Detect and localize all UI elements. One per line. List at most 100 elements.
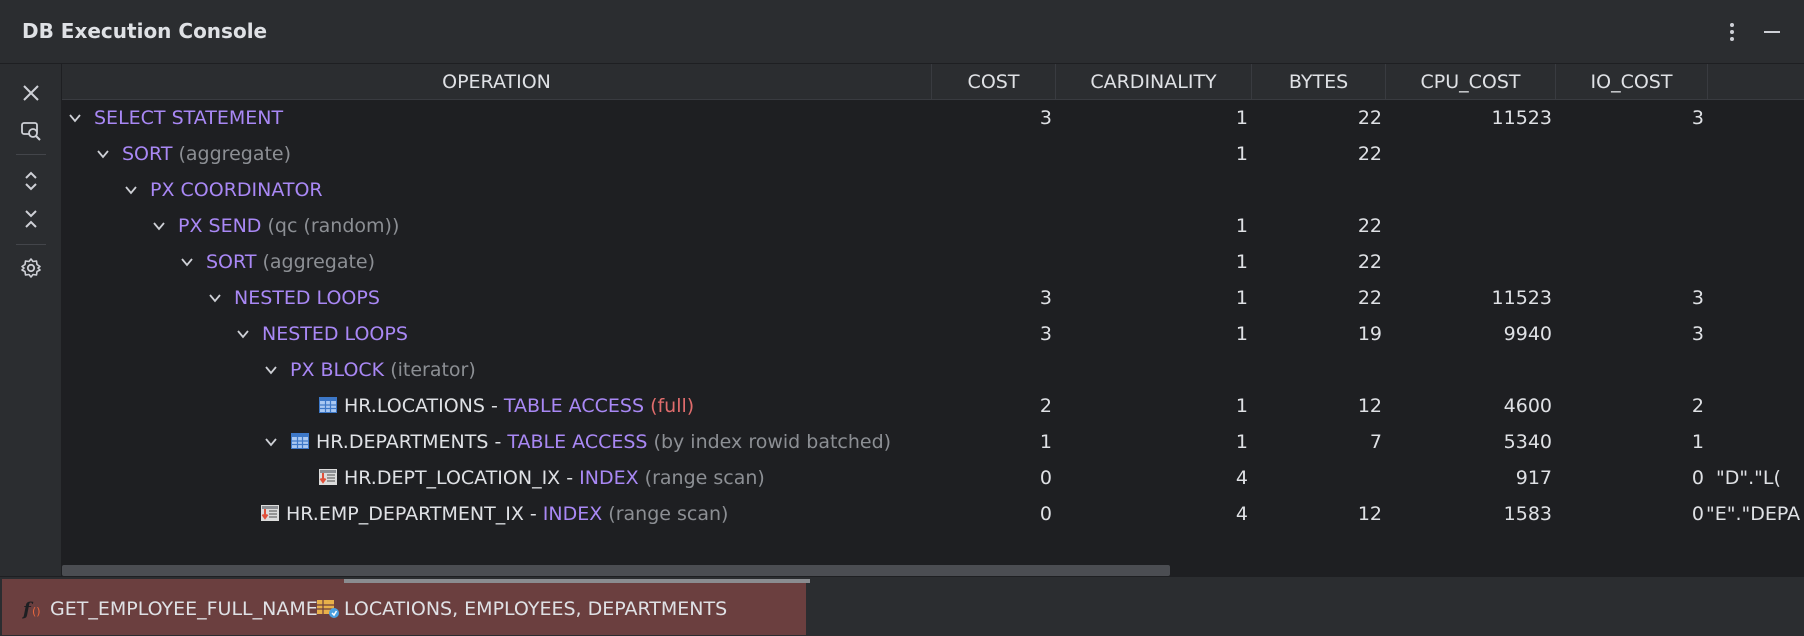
bytes-cell bbox=[1262, 352, 1382, 388]
operation-keyword: TABLE ACCESS bbox=[507, 431, 648, 453]
toolbar-divider bbox=[16, 244, 46, 245]
object-name: HR.LOCATIONS bbox=[344, 395, 485, 417]
table-row[interactable]: NESTED LOOPS 3 1 22 11523 3 bbox=[62, 280, 1804, 316]
operation-keyword: SORT bbox=[122, 143, 173, 165]
cardinality-cell bbox=[1128, 172, 1248, 208]
operation-cell: HR.EMP_DEPARTMENT_IX - INDEX (range scan… bbox=[260, 496, 728, 532]
bytes-cell: 12 bbox=[1357, 395, 1382, 417]
table-row[interactable]: PX SEND (qc (random)) 1 22 bbox=[62, 208, 1804, 244]
table-row[interactable]: HR.DEPARTMENTS - TABLE ACCESS (by index … bbox=[62, 424, 1804, 460]
bytes-cell: 7 bbox=[1369, 431, 1382, 453]
chevron-down-icon[interactable] bbox=[180, 255, 194, 269]
table-row[interactable]: SORT (aggregate) 1 22 bbox=[62, 244, 1804, 280]
collapse-all-icon[interactable] bbox=[14, 202, 48, 236]
execution-plan-grid: OPERATION COST CARDINALITY BYTES CPU_COS… bbox=[62, 64, 1804, 576]
io-cost-cell bbox=[1584, 172, 1704, 208]
cpu-cost-cell: 1583 bbox=[1503, 503, 1552, 525]
expand-all-icon[interactable] bbox=[14, 164, 48, 198]
bytes-cell: 22 bbox=[1357, 143, 1382, 165]
operation-detail: (by index rowid batched) bbox=[653, 431, 892, 453]
bytes-cell bbox=[1262, 460, 1382, 496]
chevron-down-icon[interactable] bbox=[124, 183, 138, 197]
column-header-cpu-cost[interactable]: CPU_COST bbox=[1386, 64, 1556, 100]
io-cost-cell: 1 bbox=[1691, 431, 1704, 453]
column-header-cost[interactable]: COST bbox=[932, 64, 1056, 100]
cost-cell: 0 bbox=[1039, 467, 1052, 489]
predicate-cell: "D"."L( bbox=[1716, 467, 1781, 489]
cost-cell bbox=[932, 208, 1052, 244]
bytes-cell: 22 bbox=[1357, 287, 1382, 309]
table-row[interactable]: SELECT STATEMENT 3 1 22 11523 3 bbox=[62, 100, 1804, 136]
bytes-cell: 22 bbox=[1357, 251, 1382, 273]
cpu-cost-cell bbox=[1432, 208, 1552, 244]
chevron-down-icon[interactable] bbox=[236, 327, 250, 341]
operation-keyword: TABLE ACCESS bbox=[503, 395, 645, 417]
object-separator: - bbox=[484, 395, 504, 417]
table-icon bbox=[318, 391, 338, 413]
table-row[interactable]: HR.DEPT_LOCATION_IX - INDEX (range scan)… bbox=[62, 460, 1804, 496]
operation-detail: (aggregate) bbox=[178, 143, 292, 165]
chevron-down-icon[interactable] bbox=[152, 219, 166, 233]
chevron-down-icon[interactable] bbox=[68, 111, 82, 125]
cost-cell: 0 bbox=[1039, 503, 1052, 525]
cost-cell: 1 bbox=[1039, 431, 1052, 453]
cpu-cost-cell bbox=[1432, 352, 1552, 388]
table-row[interactable]: HR.EMP_DEPARTMENT_IX - INDEX (range scan… bbox=[62, 496, 1804, 532]
io-cost-cell bbox=[1584, 352, 1704, 388]
column-header-io-cost[interactable]: IO_COST bbox=[1556, 64, 1708, 100]
toolbar-divider bbox=[16, 154, 46, 155]
operation-detail: (range scan) bbox=[608, 503, 729, 525]
operation-cell: PX SEND (qc (random)) bbox=[152, 208, 399, 244]
cpu-cost-cell: 5340 bbox=[1503, 431, 1552, 453]
operation-detail: (iterator) bbox=[390, 359, 476, 381]
column-header-bytes[interactable]: BYTES bbox=[1252, 64, 1386, 100]
operation-cell: NESTED LOOPS bbox=[236, 316, 408, 352]
io-cost-cell bbox=[1584, 208, 1704, 244]
side-toolbar bbox=[0, 64, 62, 576]
gear-icon[interactable] bbox=[14, 251, 48, 285]
cost-cell: 2 bbox=[1039, 395, 1052, 417]
column-header-cardinality[interactable]: CARDINALITY bbox=[1056, 64, 1252, 100]
cpu-cost-cell: 917 bbox=[1515, 467, 1552, 489]
table-row[interactable]: SORT (aggregate) 1 22 bbox=[62, 136, 1804, 172]
close-icon[interactable] bbox=[14, 76, 48, 110]
chevron-down-icon[interactable] bbox=[264, 435, 278, 449]
table-row[interactable]: PX COORDINATOR bbox=[62, 172, 1804, 208]
cost-cell: 3 bbox=[1039, 107, 1052, 129]
operation-keyword: SELECT STATEMENT bbox=[94, 107, 284, 129]
chevron-down-icon[interactable] bbox=[208, 291, 222, 305]
chevron-down-icon[interactable] bbox=[96, 147, 110, 161]
table-row[interactable]: NESTED LOOPS 3 1 19 9940 3 bbox=[62, 316, 1804, 352]
cpu-cost-cell: 4600 bbox=[1503, 395, 1552, 417]
tab-locations-employees-departments[interactable]: LOCATIONS, EMPLOYEES, DEPARTMENTS bbox=[316, 583, 727, 635]
io-cost-cell: 3 bbox=[1691, 107, 1704, 129]
operation-detail: (range scan) bbox=[644, 467, 765, 489]
bytes-cell: 12 bbox=[1357, 503, 1382, 525]
window-title: DB Execution Console bbox=[22, 19, 268, 43]
chevron-down-icon[interactable] bbox=[264, 363, 278, 377]
io-cost-cell: 3 bbox=[1691, 323, 1704, 345]
cardinality-cell: 1 bbox=[1235, 323, 1248, 345]
operation-cell: HR.LOCATIONS - TABLE ACCESS (full) bbox=[318, 388, 694, 424]
cardinality-cell: 1 bbox=[1235, 251, 1248, 273]
operation-keyword: INDEX bbox=[542, 503, 603, 525]
cost-cell bbox=[932, 136, 1052, 172]
operation-keyword: SORT bbox=[206, 251, 257, 273]
table-row[interactable]: HR.LOCATIONS - TABLE ACCESS (full) 2 1 12 46… bbox=[62, 388, 1804, 424]
cpu-cost-cell bbox=[1432, 136, 1552, 172]
find-icon[interactable] bbox=[14, 114, 48, 148]
column-header-operation[interactable]: OPERATION bbox=[62, 64, 932, 100]
horizontal-scrollbar[interactable] bbox=[62, 565, 1170, 576]
minimize-icon[interactable] bbox=[1756, 16, 1788, 48]
cost-cell bbox=[932, 172, 1052, 208]
cardinality-cell: 1 bbox=[1235, 287, 1248, 309]
operation-cell: HR.DEPT_LOCATION_IX - INDEX (range scan) bbox=[318, 460, 765, 496]
table-row[interactable]: PX BLOCK (iterator) bbox=[62, 352, 1804, 388]
io-cost-cell: 0 bbox=[1691, 503, 1704, 525]
tab-get-employee-full-name[interactable]: f() GET_EMPLOYEE_FULL_NAME bbox=[21, 583, 318, 635]
cardinality-cell: 1 bbox=[1235, 395, 1248, 417]
table-query-icon bbox=[316, 587, 339, 618]
cost-cell bbox=[932, 244, 1052, 280]
more-options-icon[interactable] bbox=[1716, 16, 1748, 48]
operation-detail: (full) bbox=[650, 395, 695, 417]
